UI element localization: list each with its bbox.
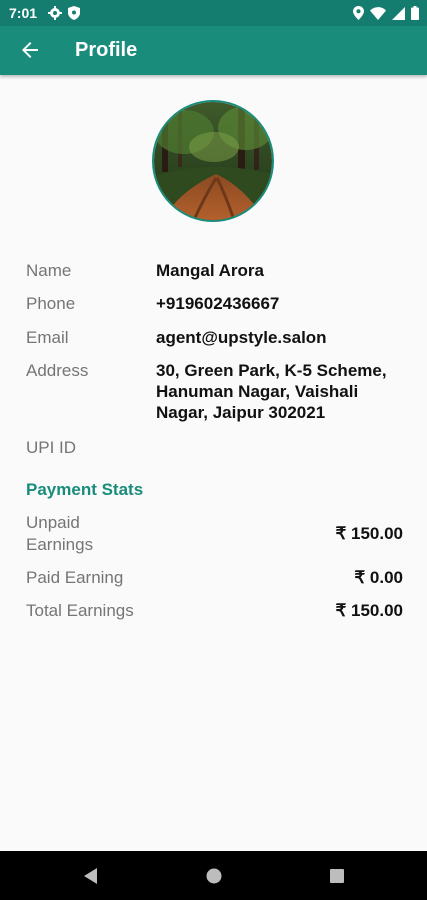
address-label: Address bbox=[26, 361, 89, 380]
home-circle-icon[interactable] bbox=[203, 865, 225, 887]
wifi-icon bbox=[370, 6, 386, 20]
paid-earning-label: Paid Earning bbox=[26, 568, 124, 587]
total-earnings-value: ₹ 150.00 bbox=[335, 601, 403, 620]
location-icon bbox=[353, 6, 364, 20]
address-line-3: Nagar, Jaipur 302021 bbox=[156, 403, 326, 422]
phone-value: +919602436667 bbox=[156, 294, 280, 313]
avatar[interactable] bbox=[152, 100, 274, 222]
arrow-back-icon[interactable] bbox=[18, 38, 42, 62]
app-bar: Profile bbox=[0, 26, 427, 75]
email-value: agent@upstyle.salon bbox=[156, 328, 327, 347]
name-value: Mangal Arora bbox=[156, 261, 265, 280]
gear-icon bbox=[48, 6, 62, 20]
page-title: Profile bbox=[75, 39, 138, 61]
signal-icon bbox=[392, 6, 405, 20]
unpaid-label-line-2: Earnings bbox=[26, 535, 94, 554]
address-line-1: 30, Green Park, K-5 Scheme, bbox=[156, 361, 387, 380]
unpaid-earnings-value: ₹ 150.00 bbox=[335, 524, 403, 543]
forest-road-photo bbox=[154, 102, 272, 220]
shield-icon bbox=[68, 6, 80, 20]
recents-square-icon[interactable] bbox=[326, 865, 348, 887]
phone-label: Phone bbox=[26, 294, 76, 313]
status-bar: 7:01 bbox=[0, 0, 427, 26]
payment-stats-title: Payment Stats bbox=[26, 480, 144, 499]
paid-earning-value: ₹ 0.00 bbox=[354, 568, 403, 587]
status-time: 7:01 bbox=[9, 5, 38, 21]
total-earnings-label: Total Earnings bbox=[26, 601, 134, 620]
email-label: Email bbox=[26, 328, 69, 347]
address-line-2: Hanuman Nagar, Vaishali bbox=[156, 382, 359, 401]
back-triangle-icon[interactable] bbox=[80, 865, 102, 887]
name-label: Name bbox=[26, 261, 72, 280]
unpaid-label-line-1: Unpaid bbox=[26, 513, 80, 532]
battery-icon bbox=[411, 6, 419, 20]
system-nav-bar bbox=[0, 851, 427, 900]
upi-label: UPI ID bbox=[26, 438, 77, 457]
